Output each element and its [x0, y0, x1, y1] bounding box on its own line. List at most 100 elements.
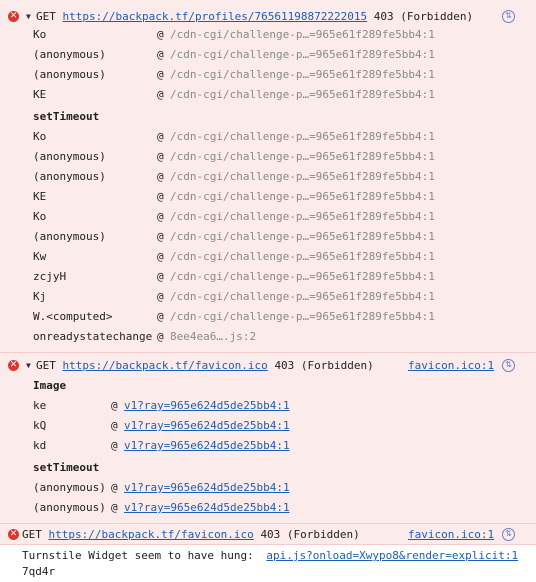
frame-source-link[interactable]: /cdn-cgi/challenge-p…=965e61f289fe5bb4:1: [170, 85, 435, 105]
at-separator: @: [111, 501, 118, 514]
frame-source-link[interactable]: v1?ray=965e624d5de25bb4:1: [124, 478, 290, 498]
stack-frame[interactable]: (anonymous) @ /cdn-cgi/challenge-p…=965e61…: [0, 167, 536, 187]
stack-frame[interactable]: KE @ /cdn-cgi/challenge-p…=965e61f289fe5bb…: [0, 187, 536, 207]
frame-source-link[interactable]: v1?ray=965e624d5de25bb4:1: [124, 396, 290, 416]
frame-source-link[interactable]: 8ee4ea6….js:2: [170, 327, 256, 347]
at-separator: @: [111, 419, 118, 432]
stack-frame[interactable]: KE @ /cdn-cgi/challenge-p…=965e61f289fe5bb…: [0, 85, 536, 105]
frame-function-name: (anonymous): [33, 48, 106, 61]
request-url-link[interactable]: https://backpack.tf/favicon.ico: [63, 359, 268, 372]
frame-function-name: kd: [33, 439, 47, 452]
frame-function-name: ke: [33, 399, 47, 412]
stack-frame[interactable]: Ko @ /cdn-cgi/challenge-p…=965e61f289fe5bb…: [0, 25, 536, 45]
at-separator: @: [157, 28, 164, 41]
frame-function-name: W.<computed>: [33, 310, 113, 323]
frame-function-name: kQ: [33, 419, 47, 432]
request-method: GET: [22, 528, 42, 541]
frame-source-link[interactable]: /cdn-cgi/challenge-p…=965e61f289fe5bb4:1: [170, 287, 435, 307]
frame-function-name: (anonymous): [33, 150, 106, 163]
frame-function-name: Ko: [33, 210, 47, 223]
network-request-icon[interactable]: ⇅: [502, 528, 515, 541]
stack-frame[interactable]: (anonymous) @ /cdn-cgi/challenge-p…=965e61…: [0, 45, 536, 65]
request-url-link[interactable]: https://backpack.tf/favicon.ico: [49, 528, 254, 541]
stack-frame[interactable]: Ko @ /cdn-cgi/challenge-p…=965e61f289fe5bb…: [0, 207, 536, 227]
stack-frame[interactable]: (anonymous) @ v1?ray=965e624d5de25bb4:1: [0, 498, 536, 518]
stack-frame[interactable]: kd @ v1?ray=965e624d5de25bb4:1: [0, 436, 536, 456]
at-separator: @: [157, 270, 164, 283]
frame-function-name: onreadystatechange: [33, 330, 153, 343]
at-separator: @: [157, 88, 164, 101]
frame-source-link[interactable]: /cdn-cgi/challenge-p…=965e61f289fe5bb4:1: [170, 267, 435, 287]
network-request-icon[interactable]: ⇅: [502, 359, 515, 372]
triangle-down-icon[interactable]: ▼: [26, 356, 31, 376]
stack-frame[interactable]: Ko @ /cdn-cgi/challenge-p…=965e61f289fe5bb…: [0, 127, 536, 147]
source-link[interactable]: favicon.ico:1: [408, 356, 494, 376]
stack-frame[interactable]: Kj @ /cdn-cgi/challenge-p…=965e61f289fe5bb…: [0, 287, 536, 307]
request-status: 403 (Forbidden): [373, 10, 474, 23]
error-circle-icon: ✕: [8, 360, 19, 371]
at-separator: @: [111, 481, 118, 494]
frame-function-name: KE: [33, 88, 47, 101]
at-separator: @: [111, 439, 118, 452]
frame-function-name: Kw: [33, 250, 47, 263]
stack-frame[interactable]: (anonymous) @ /cdn-cgi/challenge-p…=965e61…: [0, 227, 536, 247]
frame-source-link[interactable]: /cdn-cgi/challenge-p…=965e61f289fe5bb4:1: [170, 147, 435, 167]
frame-source-link[interactable]: /cdn-cgi/challenge-p…=965e61f289fe5bb4:1: [170, 127, 435, 147]
at-separator: @: [157, 290, 164, 303]
at-separator: @: [157, 48, 164, 61]
frame-source-link[interactable]: /cdn-cgi/challenge-p…=965e61f289fe5bb4:1: [170, 187, 435, 207]
async-group-label: Image: [33, 379, 67, 392]
at-separator: @: [157, 330, 164, 343]
frame-function-name: (anonymous): [33, 68, 106, 81]
frame-source-link[interactable]: v1?ray=965e624d5de25bb4:1: [124, 498, 290, 518]
request-status: 403 (Forbidden): [274, 359, 374, 372]
error-circle-icon: ✕: [8, 529, 19, 540]
request-method: GET: [36, 359, 56, 372]
at-separator: @: [157, 250, 164, 263]
stack-frame[interactable]: zcjyH @ /cdn-cgi/challenge-p…=965e61f289fe…: [0, 267, 536, 287]
network-request-icon[interactable]: ⇅: [502, 10, 515, 23]
stack-frame[interactable]: onreadystatechange @8ee4ea6….js:2: [0, 327, 536, 347]
frame-function-name: Ko: [33, 130, 47, 143]
request-status: 403 (Forbidden): [260, 528, 360, 541]
stack-frame[interactable]: kQ @ v1?ray=965e624d5de25bb4:1: [0, 416, 536, 436]
frame-function-name: Ko: [33, 28, 47, 41]
source-link[interactable]: api.js?onload=Xwypo8&render=explicit:1: [266, 549, 518, 562]
frame-source-link[interactable]: /cdn-cgi/challenge-p…=965e61f289fe5bb4:1: [170, 65, 435, 85]
at-separator: @: [157, 150, 164, 163]
stack-frame[interactable]: (anonymous) @ v1?ray=965e624d5de25bb4:1: [0, 478, 536, 498]
frame-source-link[interactable]: /cdn-cgi/challenge-p…=965e61f289fe5bb4:1: [170, 307, 435, 327]
entry-2-header[interactable]: ✕ ▼ GET https://backpack.tf/favicon.ico …: [0, 356, 536, 376]
entry-3-header[interactable]: ✕ GET https://backpack.tf/favicon.ico 40…: [0, 525, 536, 545]
frame-source-link[interactable]: /cdn-cgi/challenge-p…=965e61f289fe5bb4:1: [170, 227, 435, 247]
frame-function-name: zcjyH: [33, 270, 67, 283]
entry-1-header[interactable]: ✕ ▼ GET https://backpack.tf/profiles/765…: [0, 7, 536, 27]
log-message-continuation: 7qd4r: [22, 562, 55, 582]
stack-frame[interactable]: Kw @ /cdn-cgi/challenge-p…=965e61f289fe5bb…: [0, 247, 536, 267]
stack-frame[interactable]: (anonymous) @ /cdn-cgi/challenge-p…=965e61…: [0, 65, 536, 85]
console-log-entry-4: Turnstile Widget seem to have hung: api.…: [22, 546, 518, 566]
frame-source-link[interactable]: /cdn-cgi/challenge-p…=965e61f289fe5bb4:1: [170, 167, 435, 187]
log-message-tail: 7qd4r: [22, 565, 56, 578]
frame-function-name: (anonymous): [33, 170, 106, 183]
async-group-label: setTimeout: [33, 461, 100, 474]
frame-source-link[interactable]: /cdn-cgi/challenge-p…=965e61f289fe5bb4:1: [170, 207, 435, 227]
at-separator: @: [157, 190, 164, 203]
stack-frame[interactable]: (anonymous) @ /cdn-cgi/challenge-p…=965e61…: [0, 147, 536, 167]
at-separator: @: [157, 210, 164, 223]
triangle-down-icon[interactable]: ▼: [26, 7, 31, 27]
frame-source-link[interactable]: /cdn-cgi/challenge-p…=965e61f289fe5bb4:1: [170, 45, 435, 65]
frame-source-link[interactable]: v1?ray=965e624d5de25bb4:1: [124, 436, 290, 456]
at-separator: @: [157, 68, 164, 81]
request-url-link[interactable]: https://backpack.tf/profiles/76561198872…: [63, 10, 368, 23]
frame-source-link[interactable]: v1?ray=965e624d5de25bb4:1: [124, 416, 290, 436]
frame-source-link[interactable]: /cdn-cgi/challenge-p…=965e61f289fe5bb4:1: [170, 25, 435, 45]
source-link[interactable]: favicon.ico:1: [408, 525, 494, 545]
stack-frame[interactable]: ke @ v1?ray=965e624d5de25bb4:1: [0, 396, 536, 416]
frame-function-name: (anonymous): [33, 230, 106, 243]
frame-source-link[interactable]: /cdn-cgi/challenge-p…=965e61f289fe5bb4:1: [170, 247, 435, 267]
at-separator: @: [157, 170, 164, 183]
async-group-label: setTimeout: [33, 110, 100, 123]
stack-frame[interactable]: W.<computed> @ /cdn-cgi/challenge-p…=965e6…: [0, 307, 536, 327]
frame-function-name: Kj: [33, 290, 47, 303]
